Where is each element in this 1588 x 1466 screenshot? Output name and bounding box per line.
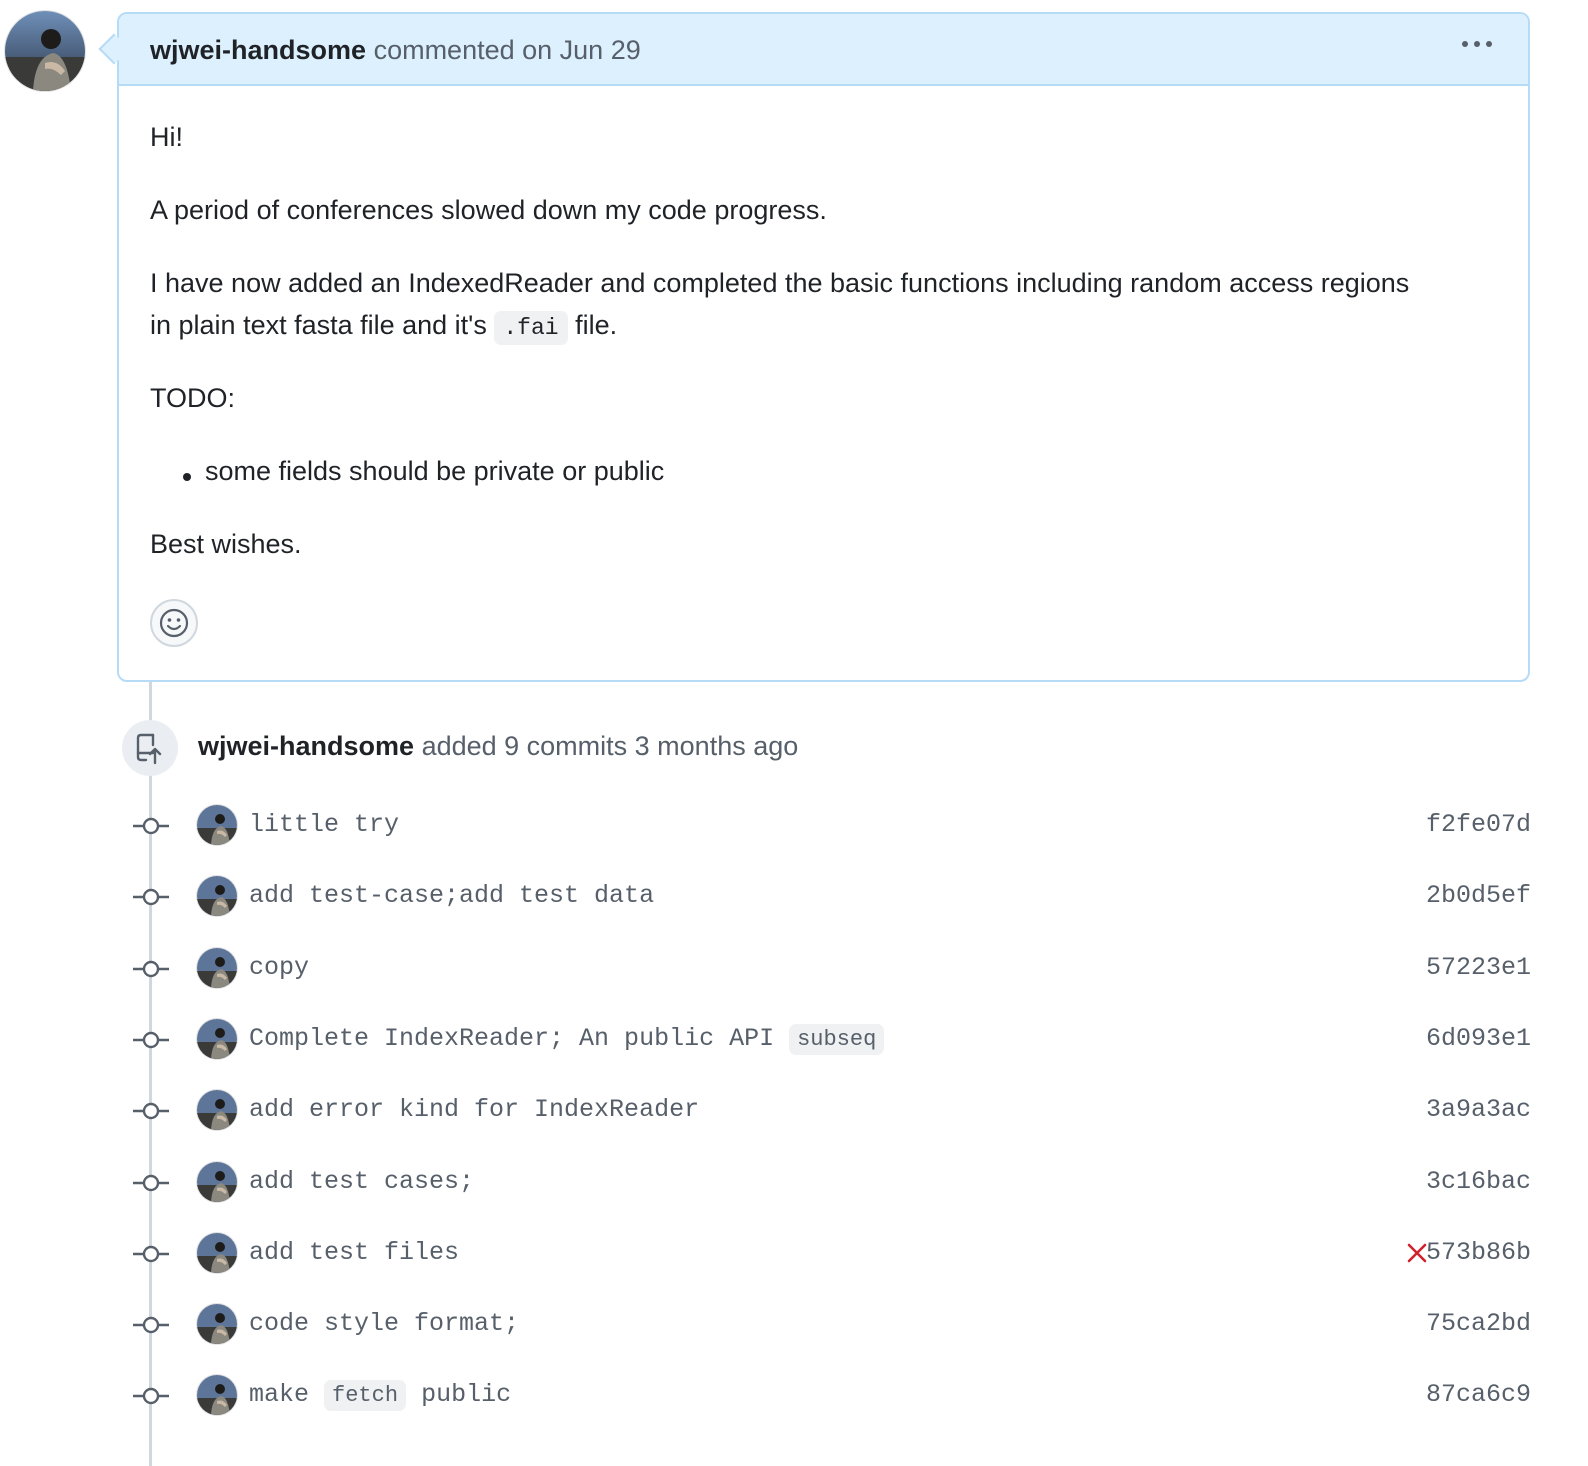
event-author[interactable]: wjwei-handsome [198, 731, 414, 761]
comment-greeting: Hi! [150, 122, 183, 152]
commit-row: Complete IndexReader; An public API subs… [0, 1012, 1588, 1068]
event-description: added 9 commits 3 months ago [421, 731, 799, 761]
comment-paragraph-continued: in plain text fasta file and it's .fai f… [150, 304, 617, 349]
bullet-dot [183, 473, 191, 481]
git-commit-icon [133, 883, 169, 911]
x-icon[interactable] [1406, 1242, 1428, 1264]
inline-code: subseq [789, 1023, 885, 1055]
comment-timestamp[interactable]: commented on Jun 29 [374, 35, 641, 65]
commit-message-text: little try [249, 810, 400, 839]
commit-sha-link[interactable]: f2fe07d [1426, 808, 1531, 842]
commit-message-link[interactable]: copy [249, 951, 309, 985]
commit-row: little try f2fe07d [0, 798, 1588, 854]
comment-header: wjwei-handsome commented on Jun 29 [119, 14, 1528, 86]
smiley-icon [159, 608, 189, 638]
commit-message-link[interactable]: make fetch public [249, 1378, 511, 1413]
commit-sha-link[interactable]: 6d093e1 [1426, 1022, 1531, 1056]
text-span: in plain text fasta file and it's [150, 310, 487, 340]
commit-message-link[interactable]: add test files [249, 1236, 459, 1270]
git-commit-icon [133, 955, 169, 983]
commit-message-link[interactable]: add error kind for IndexReader [249, 1093, 699, 1127]
author-avatar[interactable] [5, 11, 85, 91]
kebab-horizontal-icon[interactable] [1462, 41, 1492, 47]
repo-push-icon [136, 733, 162, 765]
commit-message-link[interactable]: Complete IndexReader; An public API subs… [249, 1022, 885, 1057]
commit-author-avatar[interactable] [197, 1018, 237, 1059]
commit-message-text: add error kind for IndexReader [249, 1095, 700, 1125]
push-event-badge [122, 720, 178, 776]
inline-code: .fai [494, 311, 568, 345]
commit-sha-link[interactable]: 87ca6c9 [1426, 1378, 1531, 1412]
commit-message-text: make [249, 1380, 310, 1410]
commit-message-text: public [421, 1380, 512, 1410]
commit-message-link[interactable]: add test cases; [249, 1165, 474, 1199]
git-commit-icon [133, 1240, 169, 1268]
commit-row: add error kind for IndexReader 3a9a3ac [0, 1083, 1588, 1139]
git-commit-icon [133, 812, 169, 840]
commit-row: add test-case;add test data 2b0d5ef [0, 869, 1588, 925]
push-event-text: wjwei-handsome added 9 commits 3 months … [198, 730, 798, 762]
commit-message-text: code style format; [249, 1309, 520, 1339]
comment-closing: Best wishes. [150, 529, 302, 559]
git-commit-icon [133, 1382, 169, 1410]
commit-row: make fetch public 87ca6c9 [0, 1368, 1588, 1424]
commit-author-avatar[interactable] [197, 1304, 237, 1345]
commit-message-link[interactable]: add test-case;add test data [249, 879, 654, 913]
commit-row: add test files 573b86b [0, 1226, 1588, 1282]
git-commit-icon [133, 1311, 169, 1339]
commit-sha-link[interactable]: 573b86b [1426, 1236, 1531, 1270]
git-commit-icon [133, 1097, 169, 1125]
todo-heading: TODO: [150, 383, 236, 413]
commit-author-avatar[interactable] [197, 1375, 237, 1416]
commit-row: add test cases; 3c16bac [0, 1155, 1588, 1211]
commit-message-text: add test files [249, 1237, 460, 1267]
git-commit-icon [133, 1026, 169, 1054]
commit-author-avatar[interactable] [197, 947, 237, 988]
commit-message-link[interactable]: code style format; [249, 1307, 519, 1341]
comment-header-line: wjwei-handsome commented on Jun 29 [150, 34, 641, 66]
commit-sha-link[interactable]: 2b0d5ef [1426, 879, 1531, 913]
commit-sha-link[interactable]: 57223e1 [1426, 951, 1531, 985]
text-span: file. [575, 310, 618, 340]
comment-box: wjwei-handsome commented on Jun 29 Hi! A… [117, 12, 1530, 682]
inline-code: fetch [324, 1380, 407, 1412]
commit-message-link[interactable]: little try [249, 808, 399, 842]
commit-author-avatar[interactable] [197, 805, 237, 845]
avatar-photo [5, 11, 85, 91]
add-reaction-button[interactable] [150, 599, 198, 647]
commit-row: copy 57223e1 [0, 941, 1588, 997]
comment-paragraph: A period of conferences slowed down my c… [150, 195, 827, 225]
commit-message-text: add test cases; [249, 1166, 475, 1196]
commit-author-avatar[interactable] [197, 1161, 237, 1202]
comment-author[interactable]: wjwei-handsome [150, 35, 366, 65]
commit-sha-link[interactable]: 3c16bac [1426, 1165, 1531, 1199]
commit-row: code style format; 75ca2bd [0, 1297, 1588, 1353]
commit-message-text: Complete IndexReader; An public API [249, 1023, 775, 1053]
todo-item: some fields should be private or public [205, 456, 665, 486]
commit-sha-link[interactable]: 3a9a3ac [1426, 1093, 1531, 1127]
commit-message-text: copy [249, 952, 310, 982]
commit-sha-link[interactable]: 75ca2bd [1426, 1307, 1531, 1341]
commit-author-avatar[interactable] [197, 876, 237, 917]
commit-author-avatar[interactable] [197, 1232, 237, 1273]
commit-author-avatar[interactable] [197, 1090, 237, 1131]
comment-paragraph: I have now added an IndexedReader and co… [150, 268, 1410, 298]
git-commit-icon [133, 1169, 169, 1197]
commit-message-text: add test-case;add test data [249, 881, 655, 911]
